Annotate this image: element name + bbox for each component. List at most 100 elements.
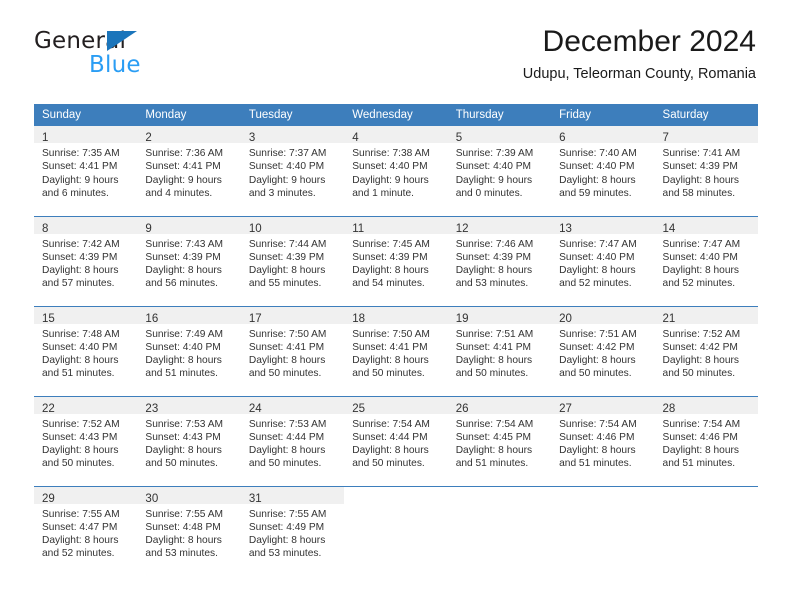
day-cell[interactable]: 6 Sunrise: 7:40 AM Sunset: 4:40 PM Dayli… (551, 126, 655, 216)
day-cell[interactable]: 11 Sunrise: 7:45 AM Sunset: 4:39 PM Dayl… (344, 215, 448, 306)
day-number: 12 (455, 222, 469, 235)
day-number: 16 (145, 312, 159, 325)
day-number-band: 10 (240, 216, 345, 235)
day-number-band: 31 (240, 486, 345, 505)
daylight-text-line1: Daylight: 8 hours (455, 355, 533, 367)
daylight-text-line1: Daylight: 8 hours (352, 445, 429, 457)
day-details: Sunrise: 7:53 AM Sunset: 4:43 PM Dayligh… (137, 414, 240, 471)
calendar-container: Sunday Monday Tuesday Wednesday Thursday… (34, 104, 758, 576)
sunrise-text: Sunrise: 7:40 AM (559, 148, 637, 159)
day-cell[interactable]: 8 Sunrise: 7:42 AM Sunset: 4:39 PM Dayli… (34, 215, 138, 306)
day-cell[interactable]: 26 Sunrise: 7:54 AM Sunset: 4:45 PM Dayl… (447, 395, 552, 486)
day-number-band: 15 (34, 306, 138, 325)
day-number: 27 (559, 402, 572, 415)
daylight-text-line2: and 1 minute. (352, 187, 414, 199)
sunrise-text: Sunrise: 7:53 AM (248, 418, 327, 430)
day-cell[interactable]: 28 Sunrise: 7:54 AM Sunset: 4:46 PM Dayl… (654, 395, 758, 486)
day-details: Sunrise: 7:47 AM Sunset: 4:40 PM Dayligh… (551, 234, 654, 291)
day-number-band: 18 (344, 306, 448, 325)
day-cell[interactable]: 7 Sunrise: 7:41 AM Sunset: 4:39 PM Dayli… (654, 126, 758, 216)
logo-triangle-icon (107, 31, 137, 51)
daylight-text-line2: and 4 minutes. (145, 187, 213, 199)
day-cell[interactable]: 31 Sunrise: 7:55 AM Sunset: 4:49 PM Dayl… (240, 485, 345, 576)
daylight-text-line2: and 59 minutes. (559, 187, 632, 199)
sunset-text: Sunset: 4:41 PM (455, 341, 532, 353)
day-cell[interactable]: 10 Sunrise: 7:44 AM Sunset: 4:39 PM Dayl… (240, 215, 345, 306)
day-cell[interactable]: 21 Sunrise: 7:52 AM Sunset: 4:42 PM Dayl… (654, 305, 758, 396)
day-details: Sunrise: 7:37 AM Sunset: 4:40 PM Dayligh… (241, 143, 344, 200)
day-cell[interactable]: 27 Sunrise: 7:54 AM Sunset: 4:46 PM Dayl… (551, 395, 655, 486)
sunset-text: Sunset: 4:39 PM (662, 161, 738, 173)
day-cell[interactable]: 17 Sunrise: 7:50 AM Sunset: 4:41 PM Dayl… (240, 305, 345, 396)
day-cell[interactable]: 2 Sunrise: 7:36 AM Sunset: 4:41 PM Dayli… (137, 126, 241, 216)
day-number-band: 1 (34, 126, 138, 144)
day-number: 13 (559, 222, 572, 235)
day-number: 23 (145, 402, 159, 415)
day-number: 10 (248, 222, 262, 235)
daylight-text-line2: and 0 minutes. (455, 187, 523, 199)
sunset-text: Sunset: 4:39 PM (42, 251, 118, 263)
day-cell[interactable]: 20 Sunrise: 7:51 AM Sunset: 4:42 PM Dayl… (551, 305, 655, 396)
sunset-text: Sunset: 4:42 PM (662, 341, 738, 353)
daylight-text-line1: Daylight: 9 hours (145, 174, 222, 186)
sunset-text: Sunset: 4:40 PM (559, 251, 635, 263)
sunset-text: Sunset: 4:41 PM (42, 161, 118, 173)
day-number-band: 19 (447, 306, 552, 325)
day-number-band: 2 (137, 126, 241, 144)
sunrise-text: Sunrise: 7:48 AM (42, 328, 120, 340)
day-cell[interactable]: 4 Sunrise: 7:38 AM Sunset: 4:40 PM Dayli… (344, 126, 448, 216)
sunset-text: Sunset: 4:40 PM (559, 161, 635, 173)
daylight-text-line1: Daylight: 9 hours (455, 174, 533, 186)
sunrise-text: Sunrise: 7:43 AM (145, 238, 224, 250)
day-number: 26 (455, 402, 469, 415)
daylight-text-line1: Daylight: 8 hours (248, 535, 326, 547)
daylight-text-line2: and 50 minutes. (352, 368, 425, 380)
sunset-text: Sunset: 4:42 PM (559, 341, 635, 353)
sunrise-text: Sunrise: 7:55 AM (248, 508, 327, 520)
sunset-text: Sunset: 4:46 PM (662, 431, 738, 443)
day-cell[interactable]: 16 Sunrise: 7:49 AM Sunset: 4:40 PM Dayl… (137, 305, 241, 396)
daylight-text-line1: Daylight: 8 hours (42, 355, 119, 367)
sunrise-text: Sunrise: 7:38 AM (352, 148, 430, 159)
week-row: 8 Sunrise: 7:42 AM Sunset: 4:39 PM Dayli… (34, 215, 758, 306)
sunrise-text: Sunrise: 7:44 AM (248, 238, 327, 250)
day-cell[interactable]: 29 Sunrise: 7:55 AM Sunset: 4:47 PM Dayl… (34, 485, 138, 576)
day-number-band: 20 (551, 306, 655, 325)
day-number-band: 21 (654, 306, 758, 325)
day-cell[interactable]: 25 Sunrise: 7:54 AM Sunset: 4:44 PM Dayl… (344, 395, 448, 486)
day-number: 28 (662, 402, 676, 415)
day-cell[interactable]: 22 Sunrise: 7:52 AM Sunset: 4:43 PM Dayl… (34, 395, 138, 486)
sunset-text: Sunset: 4:40 PM (352, 161, 428, 173)
day-details: Sunrise: 7:52 AM Sunset: 4:42 PM Dayligh… (655, 324, 758, 381)
day-number: 29 (42, 492, 55, 505)
daylight-text-line2: and 56 minutes. (145, 278, 218, 290)
general-blue-logo[interactable]: General Blue (34, 28, 234, 80)
day-cell[interactable]: 14 Sunrise: 7:47 AM Sunset: 4:40 PM Dayl… (654, 215, 758, 306)
day-cell[interactable]: 1 Sunrise: 7:35 AM Sunset: 4:41 PM Dayli… (34, 126, 138, 216)
day-cell[interactable]: 5 Sunrise: 7:39 AM Sunset: 4:40 PM Dayli… (447, 126, 552, 216)
day-details: Sunrise: 7:54 AM Sunset: 4:46 PM Dayligh… (551, 414, 654, 471)
day-cell[interactable]: 13 Sunrise: 7:47 AM Sunset: 4:40 PM Dayl… (551, 215, 655, 306)
day-cell[interactable]: 24 Sunrise: 7:53 AM Sunset: 4:44 PM Dayl… (240, 395, 345, 486)
day-details: Sunrise: 7:48 AM Sunset: 4:40 PM Dayligh… (34, 324, 137, 381)
sunrise-text: Sunrise: 7:49 AM (145, 328, 224, 340)
day-details: Sunrise: 7:54 AM Sunset: 4:46 PM Dayligh… (655, 414, 758, 471)
day-number-band: 16 (137, 306, 241, 325)
calendar-body: 1 Sunrise: 7:35 AM Sunset: 4:41 PM Dayli… (34, 126, 758, 576)
day-cell[interactable]: 23 Sunrise: 7:53 AM Sunset: 4:43 PM Dayl… (137, 395, 241, 486)
sunset-text: Sunset: 4:40 PM (145, 341, 221, 353)
day-cell[interactable]: 18 Sunrise: 7:50 AM Sunset: 4:41 PM Dayl… (344, 305, 448, 396)
sunrise-text: Sunrise: 7:47 AM (662, 238, 741, 250)
calendar-header-row: Sunday Monday Tuesday Wednesday Thursday… (34, 104, 758, 126)
day-cell[interactable]: 12 Sunrise: 7:46 AM Sunset: 4:39 PM Dayl… (447, 215, 552, 306)
day-cell[interactable]: 15 Sunrise: 7:48 AM Sunset: 4:40 PM Dayl… (34, 305, 138, 396)
day-cell[interactable]: 30 Sunrise: 7:55 AM Sunset: 4:48 PM Dayl… (137, 485, 241, 576)
sunset-text: Sunset: 4:47 PM (42, 521, 118, 533)
day-number: 19 (455, 312, 469, 325)
daylight-text-line2: and 54 minutes. (352, 278, 425, 290)
sunrise-text: Sunrise: 7:36 AM (145, 148, 224, 159)
daylight-text-line2: and 53 minutes. (455, 278, 529, 290)
day-cell[interactable]: 3 Sunrise: 7:37 AM Sunset: 4:40 PM Dayli… (240, 126, 345, 216)
day-cell[interactable]: 9 Sunrise: 7:43 AM Sunset: 4:39 PM Dayli… (137, 215, 241, 306)
day-cell[interactable]: 19 Sunrise: 7:51 AM Sunset: 4:41 PM Dayl… (447, 305, 552, 396)
